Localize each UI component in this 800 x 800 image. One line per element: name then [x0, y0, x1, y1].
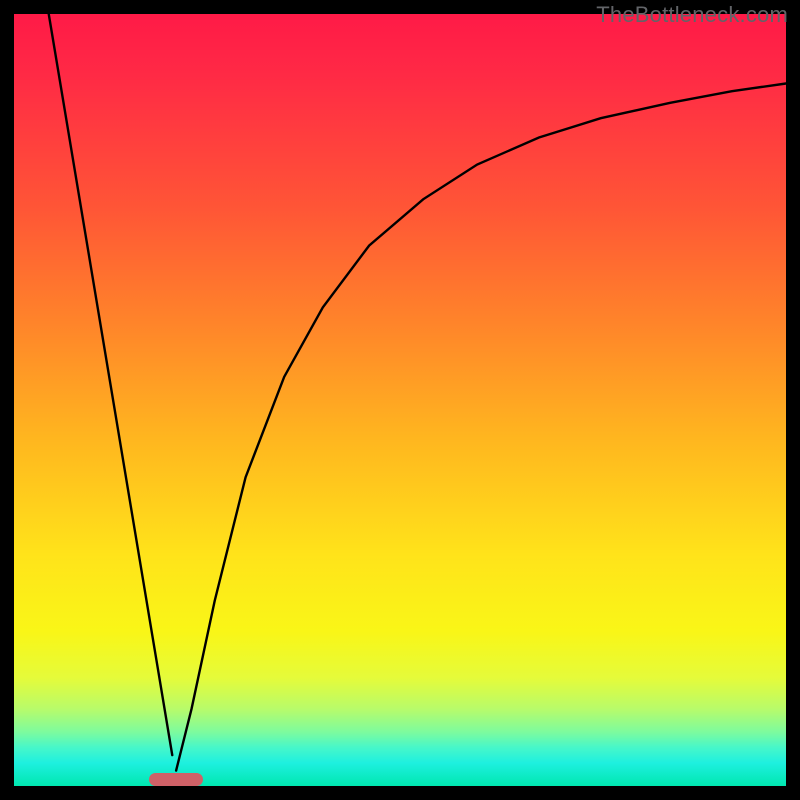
plot-area [14, 14, 786, 786]
marker-pill [149, 773, 203, 786]
curve-layer [14, 14, 786, 786]
chart-frame: TheBottleneck.com [0, 0, 800, 800]
curve-left [49, 14, 173, 755]
curve-right [176, 83, 786, 770]
